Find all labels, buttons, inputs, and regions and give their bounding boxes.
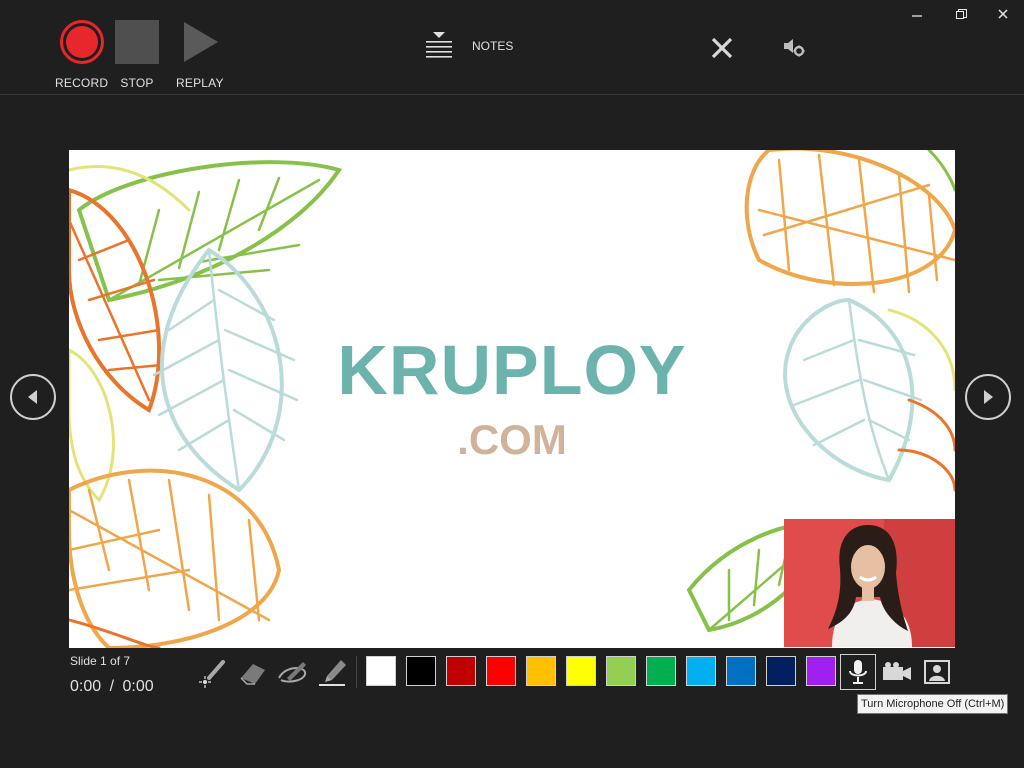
speaker-settings-icon: [784, 39, 805, 57]
camera-preview: [784, 519, 955, 647]
eraser-button[interactable]: [236, 655, 270, 689]
color-swatch-white[interactable]: [366, 656, 396, 686]
toolbar-divider: [356, 656, 357, 688]
camera-icon: [883, 662, 911, 680]
recording-timer: 0:00 / 0:00: [70, 678, 154, 696]
color-swatch-orange[interactable]: [526, 656, 556, 686]
notes-icon: [426, 32, 452, 58]
color-swatch-dark-blue[interactable]: [766, 656, 796, 686]
replay-button[interactable]: REPLAY: [176, 20, 224, 90]
pen-icon: [278, 662, 307, 683]
notes-label: NOTES: [472, 39, 514, 53]
presenter-video: [784, 519, 955, 647]
pen-button[interactable]: [276, 655, 310, 689]
slide-title: KRUPLOY: [337, 331, 687, 409]
color-swatch-blue[interactable]: [726, 656, 756, 686]
time-separator: /: [109, 678, 115, 695]
next-slide-button[interactable]: [965, 374, 1011, 420]
record-label: RECORD: [55, 76, 109, 90]
color-swatch-light-green[interactable]: [606, 656, 636, 686]
notes-button[interactable]: NOTES: [424, 30, 513, 62]
clear-recording-button[interactable]: [708, 34, 736, 62]
stop-button[interactable]: STOP: [115, 20, 159, 90]
color-swatch-red[interactable]: [486, 656, 516, 686]
replay-icon: [178, 20, 222, 64]
color-swatch-yellow[interactable]: [566, 656, 596, 686]
microphone-tooltip: Turn Microphone Off (Ctrl+M): [857, 694, 1009, 714]
camera-preview-icon: [924, 660, 950, 684]
eraser-icon: [240, 664, 265, 685]
stop-icon: [115, 20, 159, 64]
camera-toggle-button[interactable]: [879, 654, 915, 690]
slide-subtitle: .COM: [457, 416, 567, 463]
color-swatch-green[interactable]: [646, 656, 676, 686]
arrow-left-icon: [28, 390, 37, 404]
color-swatch-dark-red[interactable]: [446, 656, 476, 686]
laser-pointer-icon: [199, 660, 225, 688]
elapsed-time: 0:00: [70, 678, 102, 695]
previous-slide-button[interactable]: [10, 374, 56, 420]
record-icon: [59, 20, 104, 64]
laser-pointer-button[interactable]: [196, 655, 230, 689]
highlighter-button[interactable]: [316, 655, 350, 689]
stop-label: STOP: [120, 76, 154, 90]
highlighter-icon: [319, 660, 346, 686]
recording-toolbar: RECORD STOP REPLAY NOTES: [0, 0, 1024, 95]
microphone-icon: [849, 660, 867, 684]
total-time: 0:00: [122, 678, 154, 695]
clear-x-icon: [711, 37, 733, 59]
color-swatch-purple[interactable]: [806, 656, 836, 686]
arrow-right-icon: [984, 390, 993, 404]
camera-preview-toggle-button[interactable]: [919, 654, 955, 690]
color-swatch-light-blue[interactable]: [686, 656, 716, 686]
slide-counter: Slide 1 of 7: [70, 654, 131, 668]
record-button[interactable]: RECORD: [55, 20, 108, 90]
color-swatch-black[interactable]: [406, 656, 436, 686]
replay-label: REPLAY: [176, 76, 224, 90]
microphone-toggle-button[interactable]: [840, 654, 876, 690]
settings-button[interactable]: [780, 34, 808, 62]
